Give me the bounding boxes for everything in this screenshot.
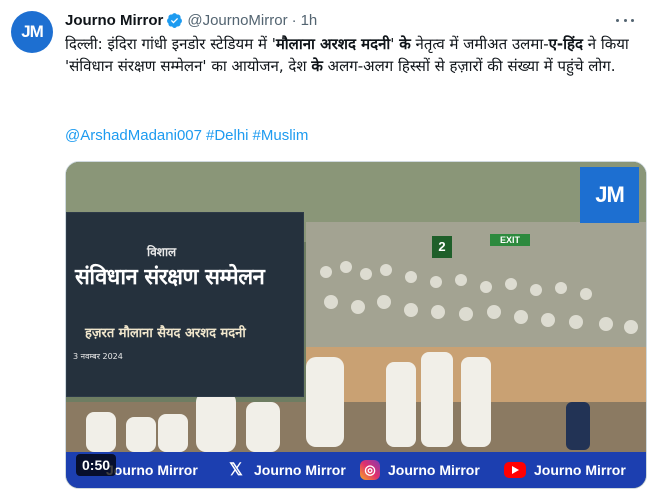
footer-youtube-label: Journo Mirror bbox=[534, 462, 626, 478]
footer-instagram-item: ◎ Journo Mirror bbox=[360, 452, 480, 488]
instagram-icon: ◎ bbox=[360, 460, 380, 480]
banner-subtitle: विशाल bbox=[147, 245, 177, 259]
tweet-header: Journo Mirror @JournoMirror · 1h bbox=[65, 9, 642, 31]
event-banner: विशाल संविधान संरक्षण सम्मेलन हज़रत मौला… bbox=[66, 212, 304, 397]
hashtag-link-delhi[interactable]: #Delhi bbox=[206, 127, 249, 144]
tweet-text: दिल्ली: इंदिरा गांधी इनडोर स्टेडियम में … bbox=[65, 33, 645, 77]
tweet-text-bold: के bbox=[399, 35, 411, 53]
display-name[interactable]: Journo Mirror bbox=[65, 12, 163, 29]
tweet-text-bold: मौलाना अरशद मदनी bbox=[275, 35, 391, 53]
avatar[interactable]: JM bbox=[11, 11, 53, 53]
journo-mirror-logo: JM bbox=[580, 167, 639, 223]
footer-first-label: Journo Mirror bbox=[106, 462, 198, 478]
exit-sign: EXIT bbox=[490, 234, 530, 246]
banner-name: हज़रत मौलाना सैयद अरशद मदनी bbox=[85, 326, 246, 341]
avatar-logo-text: JM bbox=[21, 22, 44, 41]
banner-title: संविधान संरक्षण सम्मेलन bbox=[75, 265, 265, 290]
video-footer-bar: Journo Mirror 𝕏 Journo Mirror ◎ Journo M… bbox=[66, 452, 646, 488]
tweet-text-bold: ए-हिंद bbox=[548, 35, 583, 53]
corner-logo-text: JM bbox=[595, 182, 625, 207]
video-player[interactable]: विशाल संविधान संरक्षण सम्मेलन हज़रत मौला… bbox=[65, 161, 647, 489]
youtube-icon bbox=[504, 462, 526, 478]
video-duration: 0:50 bbox=[76, 454, 117, 476]
footer-instagram-label: Journo Mirror bbox=[388, 462, 480, 478]
footer-x-item: 𝕏 Journo Mirror bbox=[226, 452, 346, 488]
tweet-time[interactable]: 1h bbox=[301, 12, 318, 29]
hashtag-row: @ArshadMadani007 #Delhi #Muslim bbox=[65, 125, 312, 147]
gate-number: 2 bbox=[432, 236, 452, 258]
x-logo-icon: 𝕏 bbox=[229, 460, 243, 479]
tweet-text-bold: के bbox=[311, 57, 323, 75]
footer-youtube-item: Journo Mirror bbox=[504, 452, 626, 488]
tweet-text-segment: दिल्ली: इंदिरा गांधी इनडोर स्टेडियम में … bbox=[65, 35, 276, 53]
tweet-text-segment: अलग-अलग हिस्सों से हज़ारों की संख्या में… bbox=[322, 57, 616, 75]
banner-date: 3 नवम्बर 2024 bbox=[73, 352, 123, 361]
more-options-icon[interactable] bbox=[614, 11, 636, 29]
footer-x-label: Journo Mirror bbox=[254, 462, 346, 478]
footer-first-label-wrap: Journo Mirror bbox=[106, 452, 198, 488]
user-handle[interactable]: @JournoMirror bbox=[187, 12, 287, 29]
hashtag-link-muslim[interactable]: #Muslim bbox=[253, 127, 309, 144]
mention-link[interactable]: @ArshadMadani007 bbox=[65, 127, 202, 144]
verified-badge-icon bbox=[167, 12, 183, 28]
tweet-text-segment: नेतृत्व में जमीअत उलमा- bbox=[410, 35, 549, 53]
tweet-text-segment: ' bbox=[390, 35, 400, 53]
separator-dot: · bbox=[291, 11, 297, 29]
